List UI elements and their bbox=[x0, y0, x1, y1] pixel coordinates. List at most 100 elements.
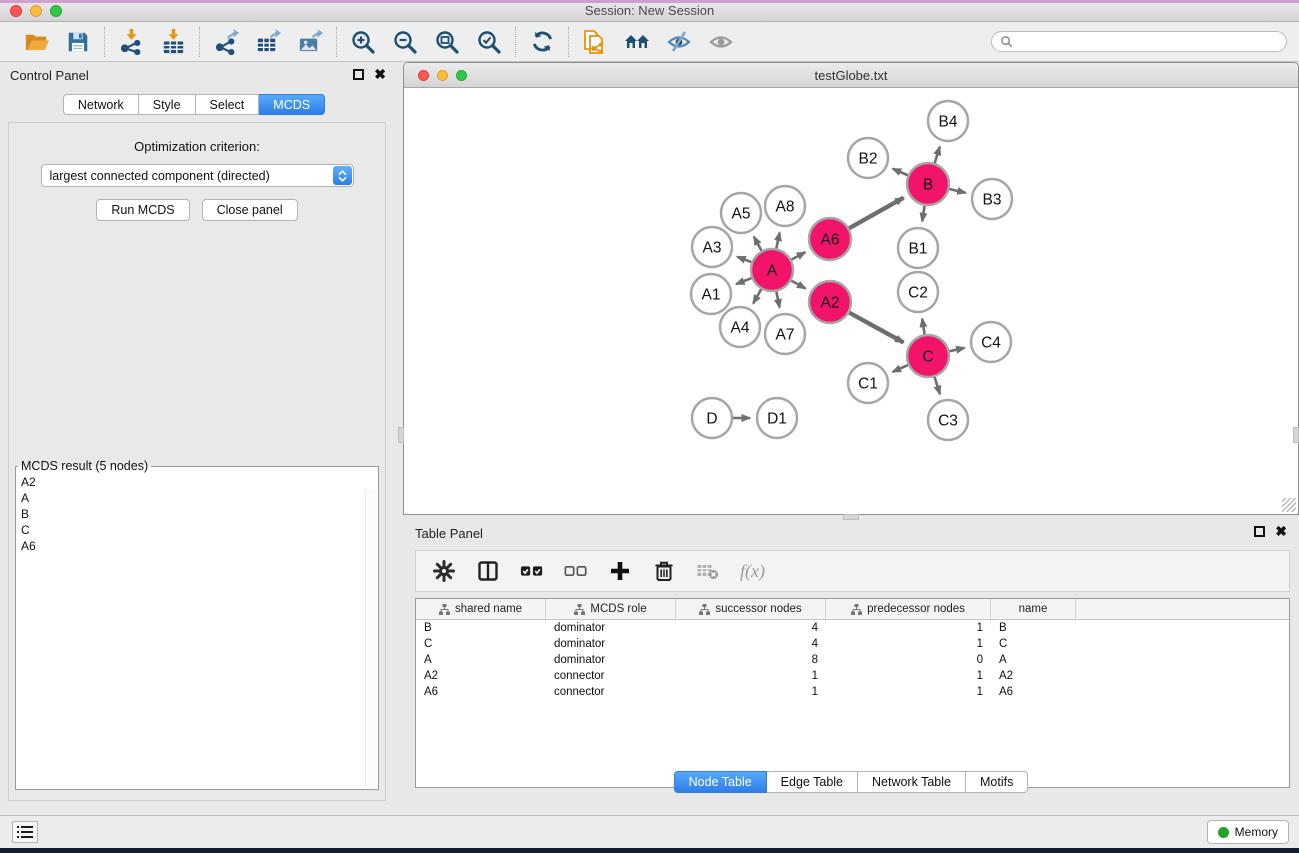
graph-edge-C-C2[interactable] bbox=[922, 319, 924, 335]
graph-node-B4[interactable]: B4 bbox=[928, 101, 968, 141]
column-header-shared-name[interactable]: shared name bbox=[416, 599, 546, 619]
window-resize-grip[interactable] bbox=[1282, 498, 1296, 512]
import-network-icon[interactable] bbox=[117, 28, 145, 56]
graph-node-D[interactable]: D bbox=[692, 398, 732, 438]
zoom-in-icon[interactable] bbox=[349, 28, 377, 56]
table-close-panel-icon[interactable]: ✖ bbox=[1275, 526, 1287, 537]
zoom-fit-icon[interactable] bbox=[433, 28, 461, 56]
export-image-icon[interactable] bbox=[296, 28, 324, 56]
table-row[interactable]: Adominator80A bbox=[416, 652, 1289, 668]
mcds-result-item[interactable]: B bbox=[21, 506, 378, 522]
refresh-layout-icon[interactable] bbox=[528, 28, 556, 56]
export-network-icon[interactable] bbox=[212, 28, 240, 56]
tab-select[interactable]: Select bbox=[196, 94, 260, 115]
tab-network[interactable]: Network bbox=[63, 94, 139, 115]
search-field[interactable] bbox=[991, 31, 1287, 52]
graph-node-A4[interactable]: A4 bbox=[720, 307, 760, 347]
tab-mcds[interactable]: MCDS bbox=[259, 94, 325, 115]
network-window-titlebar[interactable]: testGlobe.txt bbox=[404, 63, 1298, 88]
run-mcds-button[interactable]: Run MCDS bbox=[96, 199, 189, 221]
graph-edge-A-A7[interactable] bbox=[776, 292, 779, 308]
graph-edge-A-A1[interactable] bbox=[736, 278, 751, 284]
network-canvas[interactable]: B4B2BB3A8A5A6A3B1AC2A1A2A4A7C4CC1DD1C3 bbox=[405, 89, 1297, 513]
mcds-result-item[interactable]: A6 bbox=[21, 538, 378, 554]
mcds-result-list[interactable]: A2ABCA6 bbox=[16, 473, 378, 554]
column-header-predecessor-nodes[interactable]: predecessor nodes bbox=[826, 599, 991, 619]
graph-edge-A6-B[interactable] bbox=[849, 198, 903, 229]
graph-node-A3[interactable]: A3 bbox=[692, 227, 732, 267]
add-column-icon[interactable] bbox=[608, 559, 632, 583]
graph-node-D1[interactable]: D1 bbox=[757, 398, 797, 438]
table-row[interactable]: Bdominator41B bbox=[416, 620, 1289, 636]
graph-node-C3[interactable]: C3 bbox=[928, 400, 968, 440]
save-session-icon[interactable] bbox=[64, 28, 92, 56]
graph-node-C4[interactable]: C4 bbox=[971, 322, 1011, 362]
graph-edge-A-A5[interactable] bbox=[754, 237, 762, 251]
graph-node-B[interactable]: B bbox=[907, 163, 949, 205]
search-input[interactable] bbox=[1017, 35, 1278, 49]
graph-node-A[interactable]: A bbox=[751, 249, 793, 291]
graph-edge-B-B4[interactable] bbox=[935, 147, 940, 163]
table-float-panel-icon[interactable] bbox=[1254, 526, 1265, 537]
zoom-out-icon[interactable] bbox=[391, 28, 419, 56]
column-header-successor-nodes[interactable]: successor nodes bbox=[676, 599, 826, 619]
houses-icon[interactable] bbox=[623, 28, 651, 56]
optimization-criterion-dropdown[interactable]: largest connected component (directed) bbox=[41, 164, 354, 187]
graph-edge-C-C4[interactable] bbox=[949, 348, 964, 351]
graph-node-A5[interactable]: A5 bbox=[721, 193, 761, 233]
graph-node-A6[interactable]: A6 bbox=[809, 218, 851, 260]
graph-node-C[interactable]: C bbox=[907, 335, 949, 377]
graph-node-A8[interactable]: A8 bbox=[765, 186, 805, 226]
tab-motifs[interactable]: Motifs bbox=[966, 771, 1028, 793]
close-panel-icon[interactable]: ✖ bbox=[374, 69, 386, 80]
graph-edge-A-A2[interactable] bbox=[791, 281, 805, 289]
export-table-icon[interactable] bbox=[254, 28, 282, 56]
graph-edge-C-C1[interactable] bbox=[893, 365, 908, 372]
graph-edge-C-C3[interactable] bbox=[935, 377, 940, 394]
show-column-icon[interactable] bbox=[476, 559, 500, 583]
tab-style[interactable]: Style bbox=[139, 94, 196, 115]
graph-node-C1[interactable]: C1 bbox=[848, 363, 888, 403]
zoom-selected-icon[interactable] bbox=[475, 28, 503, 56]
mcds-result-item[interactable]: C bbox=[21, 522, 378, 538]
vertical-splitter-handle-left[interactable] bbox=[398, 427, 404, 443]
table-settings-gear-icon[interactable] bbox=[432, 559, 456, 583]
graph-node-A1[interactable]: A1 bbox=[691, 274, 731, 314]
mcds-result-item[interactable]: A bbox=[21, 490, 378, 506]
select-all-rows-icon[interactable] bbox=[520, 559, 544, 583]
deselect-all-rows-icon[interactable] bbox=[564, 559, 588, 583]
graph-edge-B-B1[interactable] bbox=[922, 206, 924, 222]
mcds-result-item[interactable]: A2 bbox=[21, 474, 378, 490]
column-header-name[interactable]: name bbox=[991, 599, 1076, 619]
graph-edge-B-B3[interactable] bbox=[949, 189, 965, 193]
tab-node-table[interactable]: Node Table bbox=[674, 771, 767, 793]
graph-edge-A-A6[interactable] bbox=[791, 252, 805, 259]
column-header-MCDS-role[interactable]: MCDS role bbox=[546, 599, 676, 619]
graph-node-A7[interactable]: A7 bbox=[765, 314, 805, 354]
tab-edge-table[interactable]: Edge Table bbox=[767, 771, 858, 793]
graph-node-B2[interactable]: B2 bbox=[848, 138, 888, 178]
graph-edge-A-A8[interactable] bbox=[776, 232, 779, 248]
graph-edge-A-A3[interactable] bbox=[737, 257, 751, 262]
float-panel-icon[interactable] bbox=[353, 69, 364, 80]
open-session-icon[interactable] bbox=[22, 28, 50, 56]
vertical-splitter-handle-right[interactable] bbox=[1293, 427, 1299, 443]
table-row[interactable]: A6connector11A6 bbox=[416, 684, 1289, 700]
network-from-file-icon[interactable] bbox=[581, 28, 609, 56]
tab-network-table[interactable]: Network Table bbox=[858, 771, 966, 793]
result-scrollbar[interactable] bbox=[365, 489, 377, 788]
delete-column-icon[interactable] bbox=[652, 559, 676, 583]
memory-button[interactable]: Memory bbox=[1207, 820, 1289, 844]
graph-node-A2[interactable]: A2 bbox=[809, 281, 851, 323]
graph-edge-B-B2[interactable] bbox=[893, 169, 908, 176]
task-history-button[interactable] bbox=[12, 821, 38, 843]
close-panel-button[interactable]: Close panel bbox=[202, 199, 298, 221]
table-row[interactable]: A2connector11A2 bbox=[416, 668, 1289, 684]
table-row[interactable]: Cdominator41C bbox=[416, 636, 1289, 652]
graph-edge-A2-C[interactable] bbox=[849, 313, 903, 343]
import-table-icon[interactable] bbox=[159, 28, 187, 56]
graph-node-B1[interactable]: B1 bbox=[898, 228, 938, 268]
graph-node-B3[interactable]: B3 bbox=[972, 179, 1012, 219]
hide-eye-icon[interactable] bbox=[665, 28, 693, 56]
show-eye-icon[interactable] bbox=[707, 28, 735, 56]
